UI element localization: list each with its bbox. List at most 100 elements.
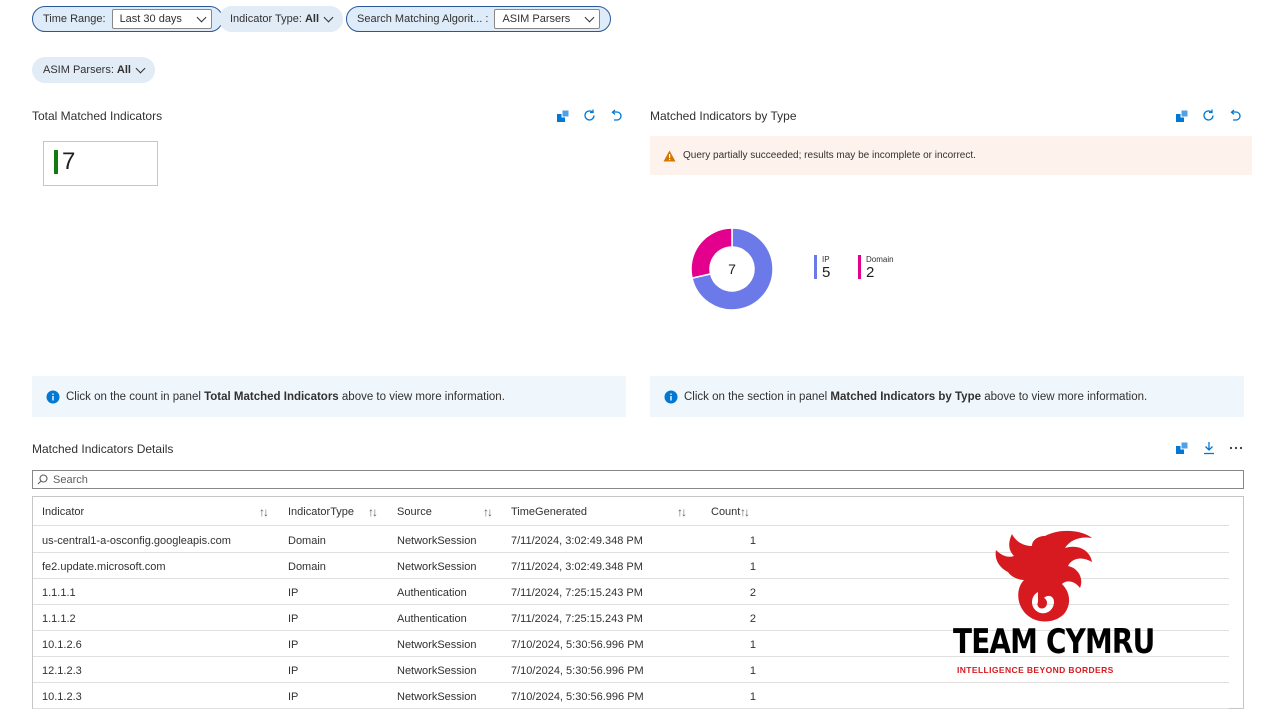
donut-slice-domain[interactable] <box>690 227 733 280</box>
cell-indicatortype: IP <box>288 587 299 599</box>
indicator-type-donut[interactable]: 7 <box>687 224 777 314</box>
cell-timegenerated: 7/11/2024, 7:25:15.243 PM <box>511 613 643 625</box>
legend-ip-label: IP <box>822 255 830 264</box>
legend-domain-count: 2 <box>866 264 875 281</box>
cell-indicator: fe2.update.microsoft.com <box>42 561 166 573</box>
table-header: Indicator ↑↓ IndicatorType ↑↓ Source ↑↓ … <box>33 497 1229 526</box>
sort-icon[interactable]: ↑↓ <box>740 505 750 519</box>
column-header-count[interactable]: Count <box>711 506 740 518</box>
asim-parsers-filter[interactable]: ASIM Parsers: All <box>32 57 155 83</box>
chevron-down-icon <box>135 63 146 73</box>
sort-icon[interactable]: ↑↓ <box>483 505 493 519</box>
sort-icon[interactable]: ↑↓ <box>677 505 687 519</box>
pin-to-dashboard-icon[interactable] <box>1175 109 1189 123</box>
cell-indicatortype: IP <box>288 691 299 703</box>
legend-ip-count: 5 <box>822 264 831 281</box>
asim-parsers-value: All <box>116 64 131 76</box>
cell-indicatortype: Domain <box>288 561 326 573</box>
team-cymru-tagline: INTELLIGENCE BEYOND BORDERS <box>957 665 1114 675</box>
column-header-indicatortype[interactable]: IndicatorType <box>288 506 354 518</box>
details-toolbar <box>1175 441 1243 455</box>
total-info-text: Click on the count in panel Total Matche… <box>66 391 505 403</box>
details-search-input[interactable]: Search <box>32 470 1244 489</box>
cell-source: NetworkSession <box>397 561 477 573</box>
cell-indicator: 12.1.2.3 <box>42 665 82 677</box>
cell-timegenerated: 7/10/2024, 5:30:56.996 PM <box>511 665 644 677</box>
cell-source: NetworkSession <box>397 691 477 703</box>
refresh-icon[interactable] <box>582 108 597 123</box>
cell-source: Authentication <box>397 613 467 625</box>
legend-domain-label: Domain <box>866 255 894 264</box>
column-header-timegenerated[interactable]: TimeGenerated <box>511 506 587 518</box>
cell-count: 2 <box>749 613 756 625</box>
cell-timegenerated: 7/11/2024, 7:25:15.243 PM <box>511 587 643 599</box>
download-icon[interactable] <box>1202 441 1216 455</box>
chevron-down-icon <box>196 12 207 22</box>
pin-to-dashboard-icon[interactable] <box>556 109 570 123</box>
info-text-suffix: above to view more information. <box>981 390 1148 403</box>
info-text-bold: Matched Indicators by Type <box>830 390 981 403</box>
undo-icon[interactable] <box>609 109 623 123</box>
details-title: Matched Indicators Details <box>32 442 174 456</box>
chevron-down-icon <box>584 12 595 22</box>
cell-source: NetworkSession <box>397 535 477 547</box>
cell-indicatortype: Domain <box>288 535 326 547</box>
cell-indicatortype: IP <box>288 665 299 677</box>
indicator-type-label: Indicator Type: <box>230 13 302 25</box>
column-header-indicator[interactable]: Indicator <box>42 506 84 518</box>
cell-indicatortype: IP <box>288 613 299 625</box>
time-range-value: Last 30 days <box>119 13 182 25</box>
total-panel-toolbar <box>556 108 623 123</box>
column-header-source[interactable]: Source <box>397 506 432 518</box>
cell-indicatortype: IP <box>288 639 299 651</box>
cell-source: NetworkSession <box>397 665 477 677</box>
info-icon <box>46 390 60 403</box>
info-text-prefix: Click on the section in panel <box>684 390 831 403</box>
asim-parsers-label: ASIM Parsers: <box>43 64 114 76</box>
table-row[interactable]: 10.1.2.3 IP NetworkSession 7/10/2024, 5:30:… <box>33 683 1229 709</box>
cell-timegenerated: 7/10/2024, 5:30:56.996 PM <box>511 691 644 703</box>
indicator-type-filter[interactable]: Indicator Type: All <box>219 6 344 32</box>
search-algorithm-filter[interactable]: Search Matching Algorit... : ASIM Parser… <box>346 6 612 32</box>
time-range-filter[interactable]: Time Range: Last 30 days <box>32 6 223 32</box>
time-range-dropdown[interactable]: Last 30 days <box>111 9 212 29</box>
search-algorithm-value: ASIM Parsers <box>502 13 571 25</box>
cell-indicator: 1.1.1.1 <box>42 587 76 599</box>
legend-ip-swatch <box>814 255 817 279</box>
undo-icon[interactable] <box>1228 109 1242 123</box>
total-count-tile[interactable]: 7 <box>43 141 158 186</box>
sort-icon[interactable]: ↑↓ <box>368 505 378 519</box>
search-placeholder: Search <box>53 473 88 486</box>
total-matched-title: Total Matched Indicators <box>32 109 163 123</box>
cell-count: 2 <box>749 587 756 599</box>
total-panel-info: Click on the count in panel Total Matche… <box>32 376 626 417</box>
time-range-label: Time Range: <box>43 13 106 25</box>
warning-icon <box>663 150 676 161</box>
search-algorithm-dropdown[interactable]: ASIM Parsers <box>494 9 601 29</box>
search-icon <box>37 474 48 485</box>
cell-count: 1 <box>749 535 756 547</box>
legend-domain-swatch <box>858 255 861 279</box>
cell-indicator: 10.1.2.3 <box>42 691 82 703</box>
cell-source: Authentication <box>397 587 467 599</box>
total-count-value: 7 <box>62 148 76 175</box>
cell-timegenerated: 7/11/2024, 3:02:49.348 PM <box>511 561 643 573</box>
cell-count: 1 <box>749 665 756 677</box>
sort-icon[interactable]: ↑↓ <box>259 505 269 519</box>
type-info-text: Click on the section in panel Matched In… <box>684 391 1147 403</box>
pin-to-dashboard-icon[interactable] <box>1175 441 1189 455</box>
donut-center-total: 7 <box>728 261 736 277</box>
cell-indicator: 1.1.1.2 <box>42 613 76 625</box>
team-cymru-wordmark: TEAM CYMRU <box>953 622 1155 662</box>
info-text-suffix: above to view more information. <box>338 390 505 403</box>
info-text-prefix: Click on the count in panel <box>66 390 205 403</box>
partial-query-warning: Query partially succeeded; results may b… <box>650 136 1252 175</box>
type-panel-info: Click on the section in panel Matched In… <box>650 376 1244 417</box>
info-icon <box>664 390 678 403</box>
chevron-down-icon <box>323 12 334 22</box>
refresh-icon[interactable] <box>1201 108 1216 123</box>
kpi-status-bar <box>54 150 58 174</box>
more-icon[interactable] <box>1229 441 1243 455</box>
cell-count: 1 <box>749 639 756 651</box>
cell-indicator: 10.1.2.6 <box>42 639 82 651</box>
